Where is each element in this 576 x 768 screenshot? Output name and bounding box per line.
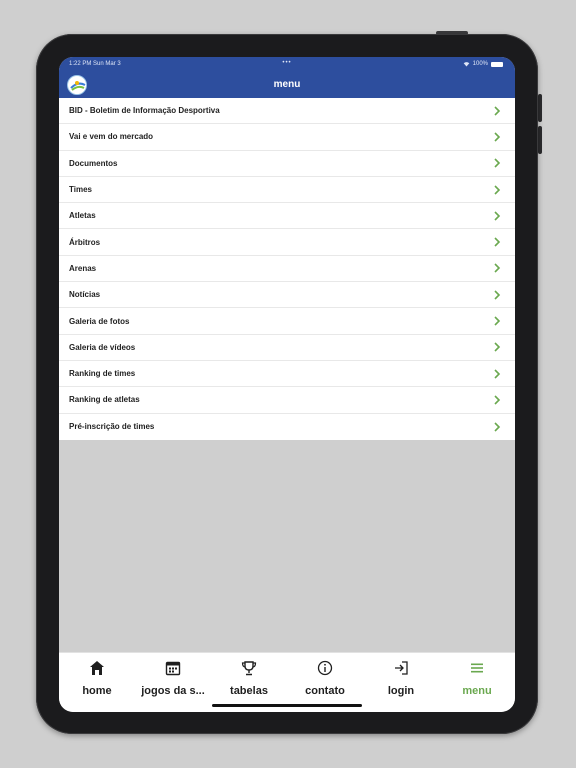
chevron-right-icon xyxy=(494,263,501,273)
home-icon xyxy=(90,661,104,675)
chevron-right-icon xyxy=(494,342,501,352)
info-icon xyxy=(317,660,333,676)
tab-label: jogos da s... xyxy=(141,685,205,697)
status-bar: 1:22 PM Sun Mar 3 ••• 100% xyxy=(59,60,515,69)
menu-item[interactable]: Atletas xyxy=(59,203,515,230)
tab-login[interactable]: login xyxy=(363,653,439,712)
chevron-right-icon xyxy=(494,395,501,405)
menu-item-label: Arenas xyxy=(69,263,97,273)
menu-item-label: Galeria de fotos xyxy=(69,316,130,326)
login-icon xyxy=(395,661,408,675)
multitasking-dots: ••• xyxy=(282,60,292,66)
tab-jogos-da-s[interactable]: jogos da s... xyxy=(135,653,211,712)
menu-item-label: BID - Boletim de Informação Desportiva xyxy=(69,106,220,116)
device-volume-down-button xyxy=(538,126,542,154)
chevron-right-icon xyxy=(494,106,501,116)
menu-item[interactable]: Árbitros xyxy=(59,229,515,256)
chevron-right-icon xyxy=(494,369,501,379)
wifi-icon xyxy=(463,62,469,67)
tab-menu[interactable]: menu xyxy=(439,653,515,712)
menu-item-label: Ranking de times xyxy=(69,369,136,379)
battery-percent: 100% xyxy=(472,61,488,67)
page-title: menu xyxy=(273,79,301,90)
menu-list: BID - Boletim de Informação Desportiva Va… xyxy=(59,98,515,440)
chevron-right-icon xyxy=(494,184,501,195)
chevron-right-icon xyxy=(494,237,501,247)
menu-item[interactable]: Galeria de fotos xyxy=(59,308,515,335)
menu-item-label: Galeria de vídeos xyxy=(69,342,136,352)
app-header: 1:22 PM Sun Mar 3 ••• 100% menu xyxy=(59,57,515,98)
status-time: 1:22 PM Sun Mar 3 xyxy=(69,61,121,67)
home-indicator[interactable] xyxy=(212,704,362,707)
menu-item[interactable]: Pré-inscrição de times xyxy=(59,414,515,440)
bottom-tab-bar: home jogos da s... tabelas contato login menu xyxy=(59,652,515,712)
menu-item[interactable]: Ranking de times xyxy=(59,361,515,388)
menu-item[interactable]: Times xyxy=(59,177,515,204)
battery-icon xyxy=(491,61,503,67)
calendar-icon xyxy=(165,661,181,676)
app-screen: 1:22 PM Sun Mar 3 ••• 100% menu BID - Bo… xyxy=(59,57,515,712)
chevron-right-icon xyxy=(494,316,501,326)
chevron-right-icon xyxy=(494,132,501,142)
menu-item-label: Notícias xyxy=(69,290,101,300)
menu-item-label: Documentos xyxy=(69,158,118,168)
menu-item-label: Times xyxy=(69,185,92,195)
device-volume-up-button xyxy=(538,94,542,122)
chevron-right-icon xyxy=(494,290,501,300)
menu-item[interactable]: BID - Boletim de Informação Desportiva xyxy=(59,98,515,125)
chevron-right-icon xyxy=(494,422,501,432)
tab-label: contato xyxy=(305,685,345,697)
menu-item[interactable]: Ranking de atletas xyxy=(59,387,515,414)
menu-item[interactable]: Documentos xyxy=(59,151,515,177)
tab-label: tabelas xyxy=(230,685,268,697)
status-right: 100% xyxy=(463,61,503,67)
menu-item-label: Árbitros xyxy=(69,237,101,247)
menu-item-label: Pré-inscrição de times xyxy=(69,422,155,432)
menu-item-label: Ranking de atletas xyxy=(69,395,140,405)
menu-item[interactable]: Arenas xyxy=(59,256,515,283)
menu-icon xyxy=(471,663,483,673)
tab-home[interactable]: home xyxy=(59,653,135,712)
tab-label: home xyxy=(82,685,112,697)
menu-item[interactable]: Galeria de vídeos xyxy=(59,335,515,361)
menu-item[interactable]: Vai e vem do mercado xyxy=(59,124,515,151)
tab-label: menu xyxy=(462,685,492,697)
trophy-icon xyxy=(241,661,257,676)
chevron-right-icon xyxy=(494,211,501,221)
menu-item-label: Atletas xyxy=(69,211,96,221)
tab-label: login xyxy=(387,685,415,697)
menu-item[interactable]: Notícias xyxy=(59,282,515,309)
chevron-right-icon xyxy=(494,158,501,168)
menu-item-label: Vai e vem do mercado xyxy=(69,132,154,142)
